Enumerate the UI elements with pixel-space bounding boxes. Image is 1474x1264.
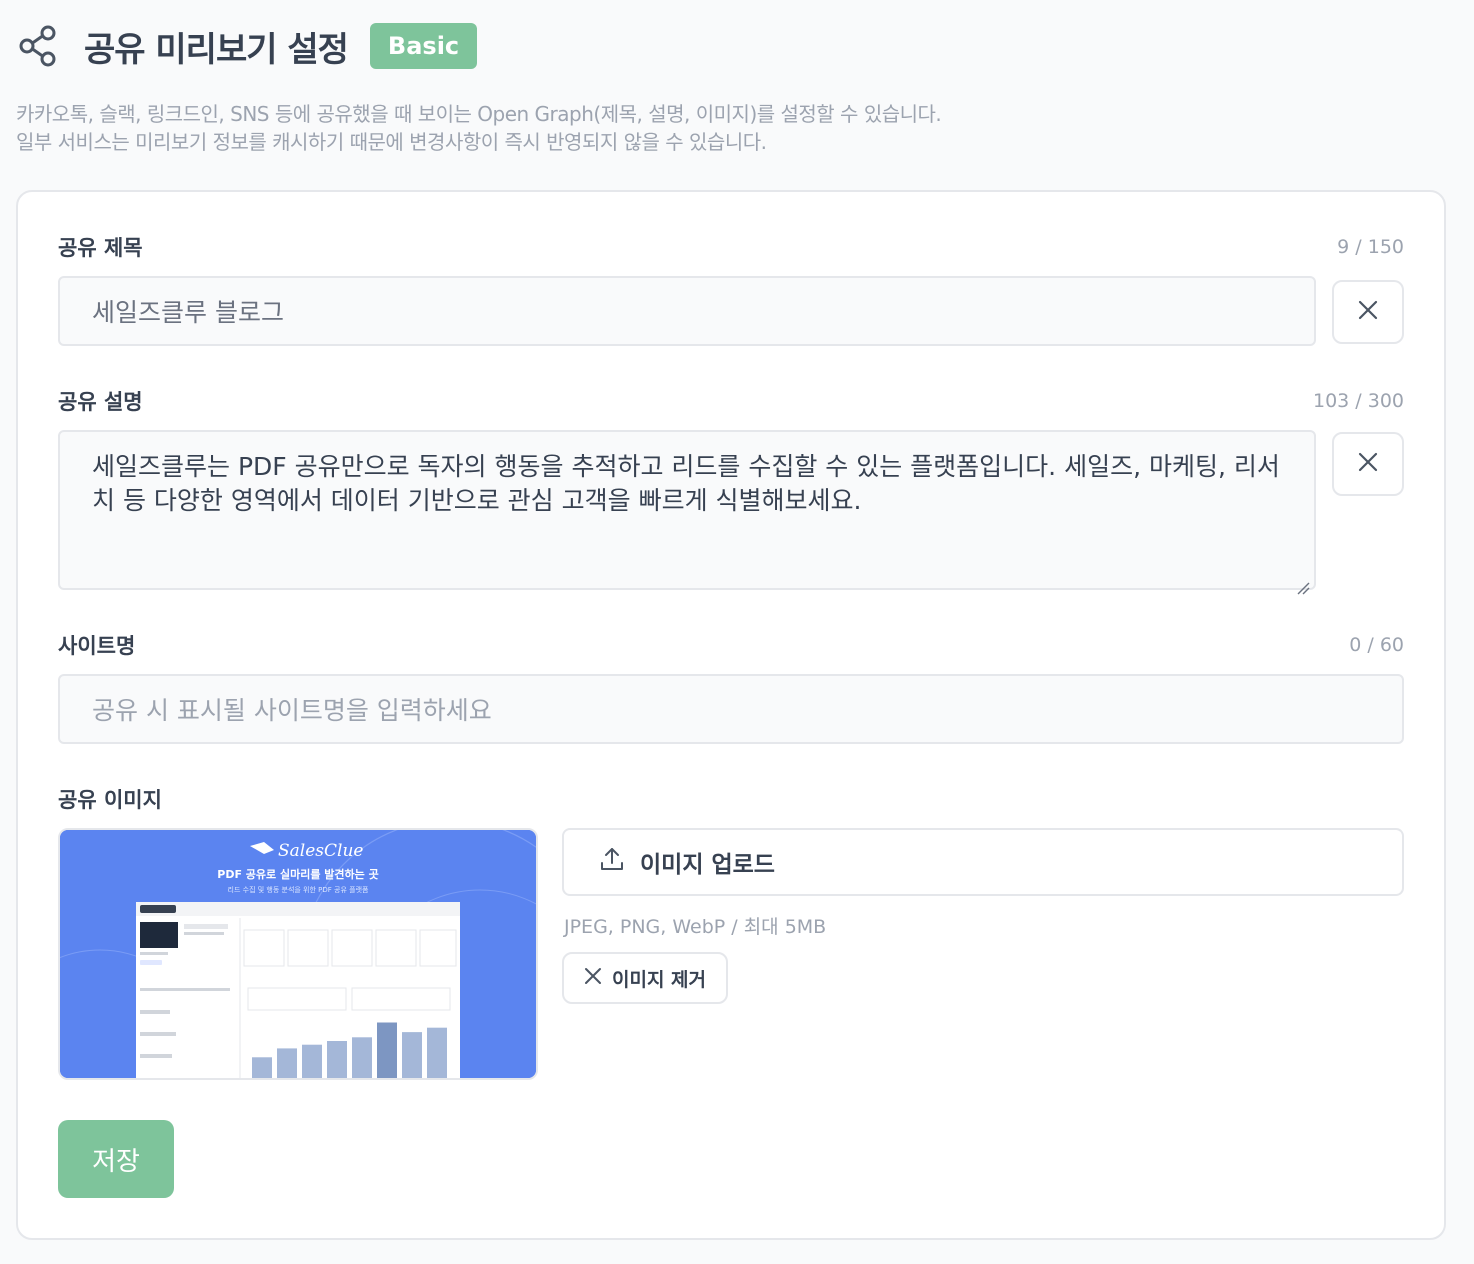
close-icon bbox=[1357, 299, 1379, 325]
preview-bar bbox=[277, 1048, 297, 1078]
settings-card: 공유 제목 9 / 150 세일즈클루 블로그 공유 설명 103 / 300 … bbox=[16, 190, 1446, 1240]
image-format-hint: JPEG, PNG, WebP / 최대 5MB bbox=[564, 916, 827, 938]
preview-subline: 리드 수집 및 행동 분석을 위한 PDF 공유 플랫폼 bbox=[228, 885, 369, 894]
image-upload-button[interactable]: 이미지 업로드 bbox=[562, 828, 1404, 896]
page-description: 카카오톡, 슬랙, 링크드인, SNS 등에 공유했을 때 보이는 Open G… bbox=[16, 100, 1436, 156]
description-line-2: 일부 서비스는 미리보기 정보를 캐시하기 때문에 변경사항이 즉시 반영되지 … bbox=[16, 130, 767, 154]
preview-graphic: SalesClue PDF 공유로 실마리를 발견하는 곳 리드 수집 및 행동… bbox=[60, 830, 536, 1078]
share-title-clear-button[interactable] bbox=[1332, 280, 1404, 344]
description-line-1: 카카오톡, 슬랙, 링크드인, SNS 등에 공유했을 때 보이는 Open G… bbox=[16, 102, 942, 126]
image-upload-label: 이미지 업로드 bbox=[640, 852, 775, 878]
preview-bar bbox=[252, 1057, 272, 1078]
share-title-label: 공유 제목 bbox=[58, 236, 143, 260]
share-description-value: 세일즈클루는 PDF 공유만으로 독자의 행동을 추적하고 리드를 수집할 수 … bbox=[92, 452, 1280, 515]
share-title-input[interactable]: 세일즈클루 블로그 bbox=[58, 276, 1316, 346]
preview-bar bbox=[377, 1022, 397, 1078]
preview-headline: PDF 공유로 실마리를 발견하는 곳 bbox=[217, 867, 378, 881]
preview-bar bbox=[402, 1032, 422, 1078]
image-remove-label: 이미지 제거 bbox=[611, 968, 706, 991]
preview-bar bbox=[302, 1044, 322, 1078]
save-button[interactable]: 저장 bbox=[58, 1120, 174, 1198]
preview-bar bbox=[327, 1041, 347, 1078]
preview-bar bbox=[427, 1027, 447, 1078]
site-name-count: 0 / 60 bbox=[1349, 634, 1404, 656]
page-header: 공유 미리보기 설정 Basic bbox=[18, 22, 478, 70]
share-image-preview: SalesClue PDF 공유로 실마리를 발견하는 곳 리드 수집 및 행동… bbox=[58, 828, 538, 1080]
image-remove-button[interactable]: 이미지 제거 bbox=[562, 952, 728, 1004]
share-icon bbox=[18, 24, 58, 68]
site-name-label: 사이트명 bbox=[58, 634, 136, 658]
share-description-count: 103 / 300 bbox=[1312, 390, 1404, 412]
share-title-count: 9 / 150 bbox=[1337, 236, 1404, 258]
preview-bar bbox=[352, 1037, 372, 1078]
page-title: 공유 미리보기 설정 bbox=[84, 29, 349, 70]
resize-handle-icon[interactable] bbox=[1296, 570, 1310, 595]
plan-badge: Basic bbox=[369, 23, 478, 69]
share-description-clear-button[interactable] bbox=[1332, 432, 1404, 496]
close-icon bbox=[1357, 451, 1379, 477]
share-title-value: 세일즈클루 블로그 bbox=[92, 298, 284, 327]
close-icon bbox=[584, 967, 602, 990]
share-description-label: 공유 설명 bbox=[58, 390, 143, 414]
share-description-textarea[interactable]: 세일즈클루는 PDF 공유만으로 독자의 행동을 추적하고 리드를 수집할 수 … bbox=[58, 430, 1316, 595]
preview-logo-text: SalesClue bbox=[278, 841, 363, 861]
site-name-placeholder: 공유 시 표시될 사이트명을 입력하세요 bbox=[92, 696, 492, 725]
site-name-input[interactable]: 공유 시 표시될 사이트명을 입력하세요 bbox=[58, 674, 1404, 744]
share-image-label: 공유 이미지 bbox=[58, 788, 162, 812]
upload-icon bbox=[598, 845, 626, 879]
